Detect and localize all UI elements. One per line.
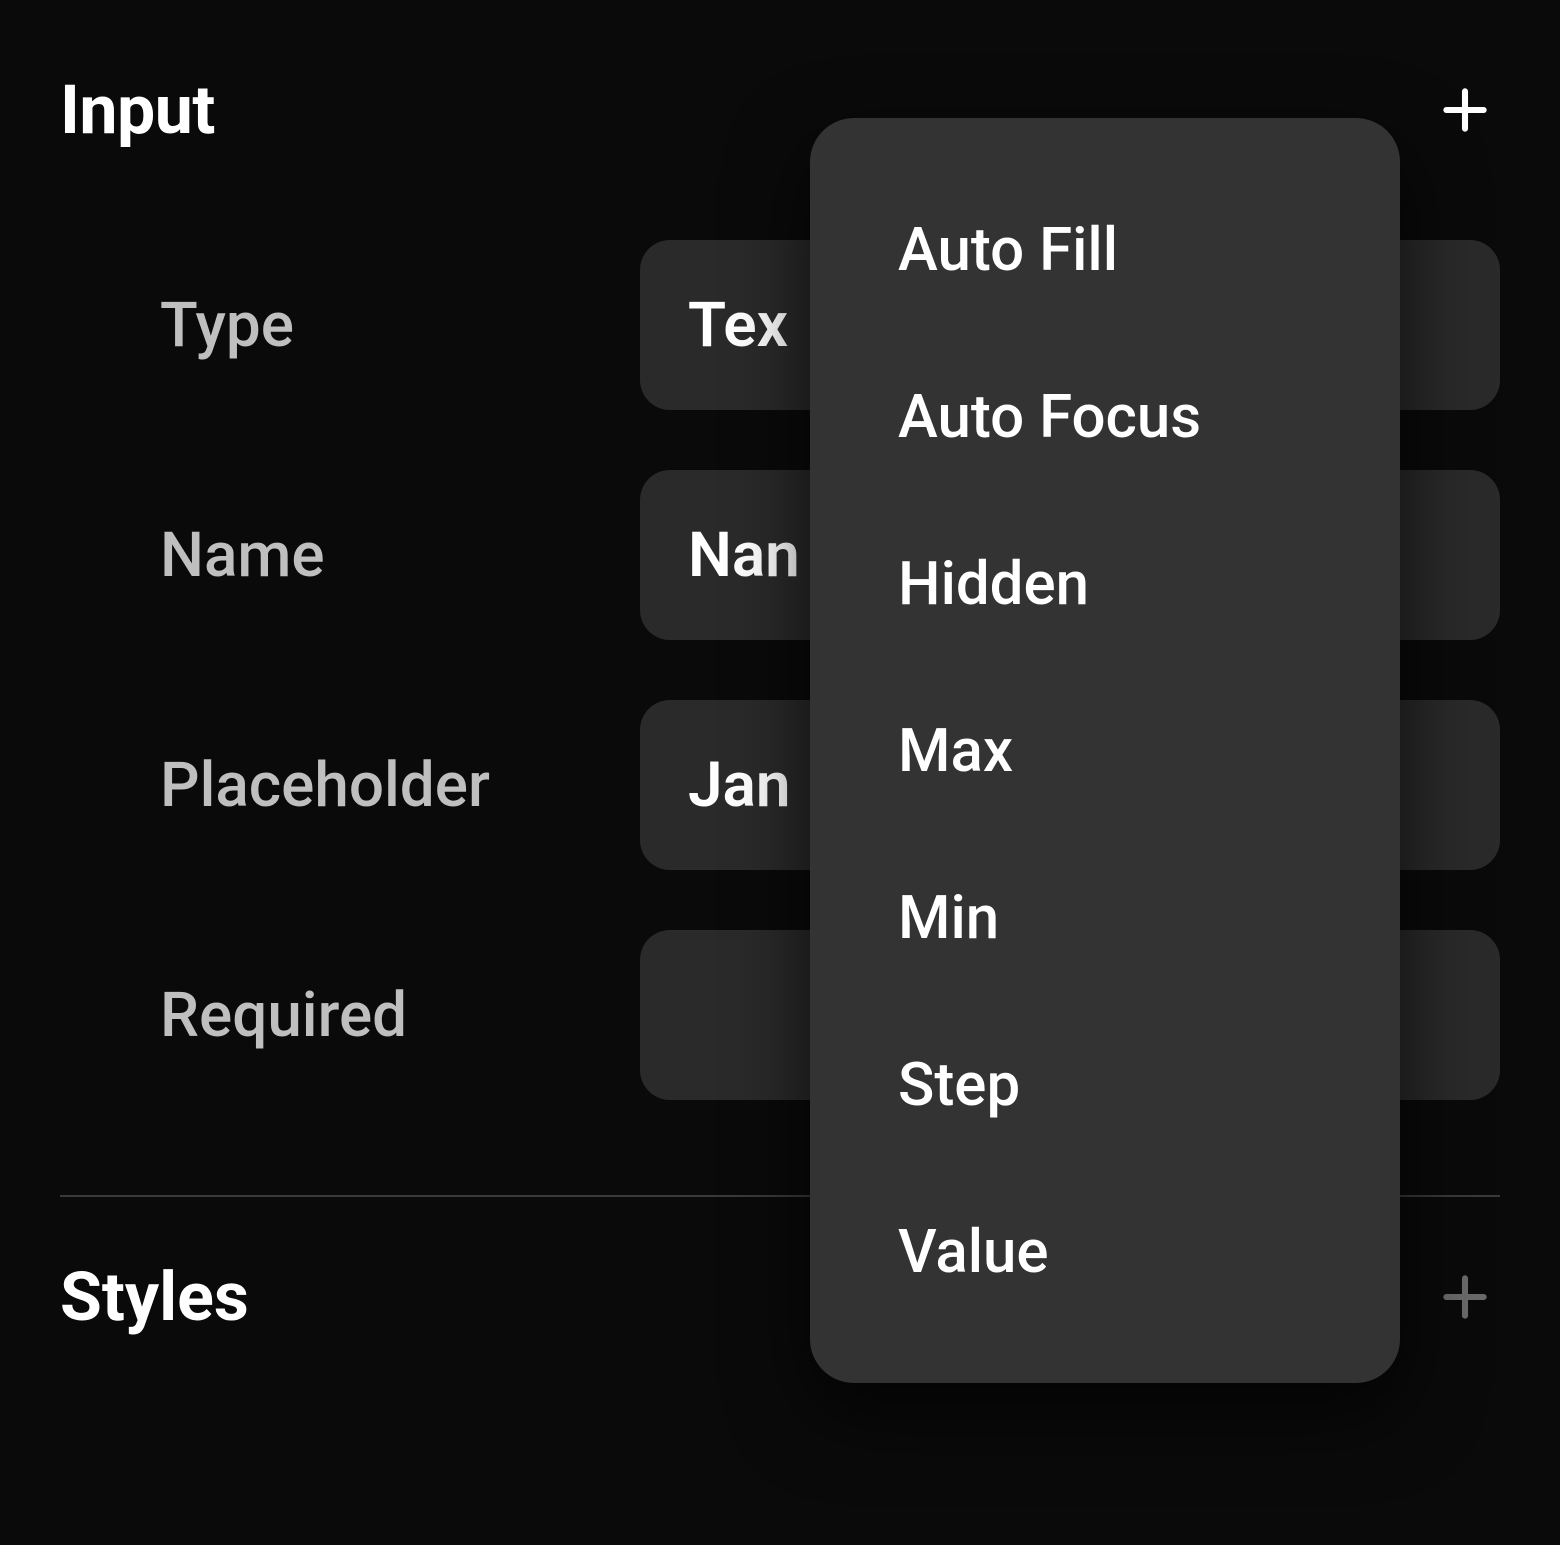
inspector-panel: Input Type Tex Name Nan Placeholder Jan: [0, 0, 1560, 1545]
plus-icon: [1437, 1269, 1493, 1325]
property-label: Name: [160, 519, 600, 592]
input-section-title: Input: [60, 70, 215, 150]
menu-item-step[interactable]: Step: [810, 1001, 1400, 1168]
plus-icon: [1437, 82, 1493, 138]
menu-item-auto-focus[interactable]: Auto Focus: [810, 333, 1400, 500]
add-input-property-button[interactable]: [1430, 75, 1500, 145]
property-label: Placeholder: [160, 749, 600, 822]
property-label: Required: [160, 979, 600, 1052]
menu-item-value[interactable]: Value: [810, 1168, 1400, 1335]
menu-item-max[interactable]: Max: [810, 667, 1400, 834]
property-label: Type: [160, 289, 600, 362]
styles-section-title: Styles: [60, 1257, 249, 1337]
menu-item-auto-fill[interactable]: Auto Fill: [810, 166, 1400, 333]
add-style-button[interactable]: [1430, 1262, 1500, 1332]
menu-item-min[interactable]: Min: [810, 834, 1400, 1001]
placeholder-field-value: Jan: [688, 749, 790, 822]
type-field-value: Tex: [688, 289, 788, 362]
add-property-menu: Auto Fill Auto Focus Hidden Max Min Step…: [810, 118, 1400, 1383]
menu-item-hidden[interactable]: Hidden: [810, 500, 1400, 667]
name-field-value: Nan: [688, 519, 800, 592]
